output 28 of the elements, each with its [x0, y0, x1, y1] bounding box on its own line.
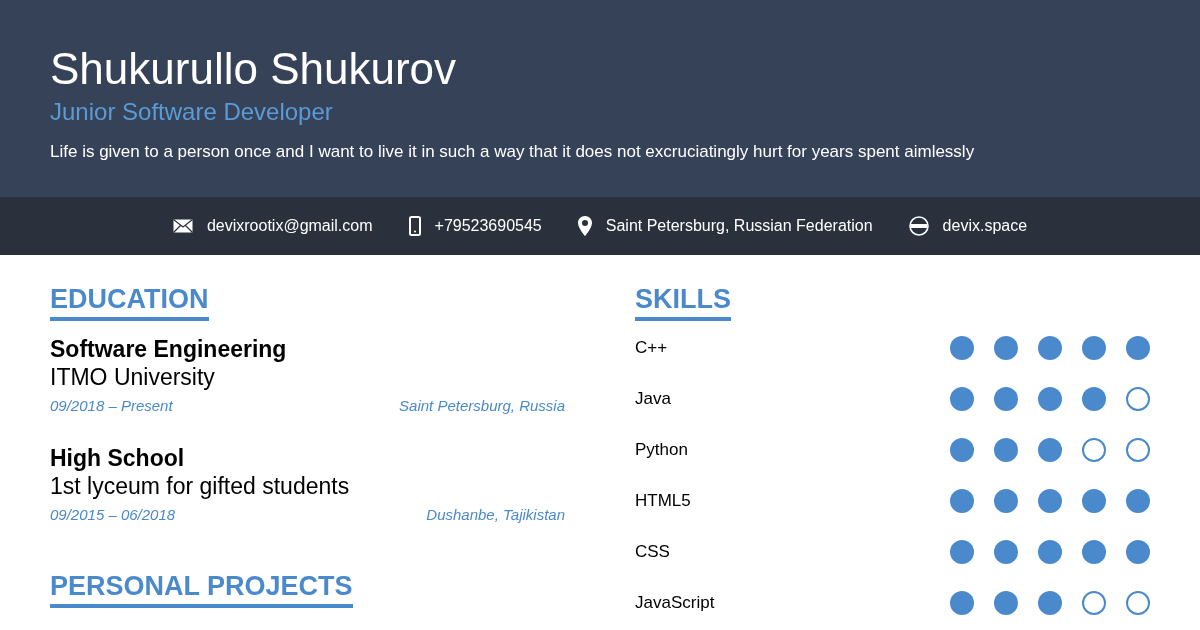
map-pin-icon — [577, 216, 592, 236]
skill-name: JavaScript — [635, 592, 715, 615]
school-name: ITMO University — [50, 363, 216, 391]
date-range: 09/2018 – Present — [50, 396, 173, 416]
section-heading: PERSONAL PROJECTS — [50, 571, 353, 601]
job-title: Junior Software Developer — [50, 97, 334, 127]
person-name: Shukurullo Shukurov — [50, 43, 457, 95]
section-heading: SKILLS — [635, 284, 731, 314]
contact-text: Saint Petersburg, Russian Federation — [605, 216, 873, 236]
phone-icon — [408, 216, 421, 236]
skill-name: HTML5 — [635, 490, 691, 513]
skill-name: Python — [635, 439, 688, 462]
location-text: Saint Petersburg, Russia — [399, 396, 565, 416]
contact-text: +79523690545 — [434, 216, 542, 236]
degree-title: High School — [50, 443, 186, 472]
skill-name: CSS — [635, 541, 670, 564]
skill-name: Java — [635, 388, 671, 411]
contact-text: devix.space — [942, 216, 1028, 236]
section-heading: EDUCATION — [50, 284, 209, 314]
skill-name: C++ — [635, 337, 668, 360]
motto-text: Life is given to a person once and I want to live it in such a way that it does not excruciatingly hurt for years spent aimlessly — [50, 141, 976, 163]
school-name: 1st lyceum for gifted students — [50, 471, 351, 500]
globe-icon — [908, 216, 929, 236]
envelope-icon — [172, 219, 193, 233]
degree-title: Software Engineering — [50, 335, 288, 363]
date-range: 09/2015 – 06/2018 — [50, 504, 176, 525]
location-text: Dushanbe, Tajikistan — [426, 504, 565, 525]
contact-text: devixrootix@gmail.com — [206, 216, 373, 236]
